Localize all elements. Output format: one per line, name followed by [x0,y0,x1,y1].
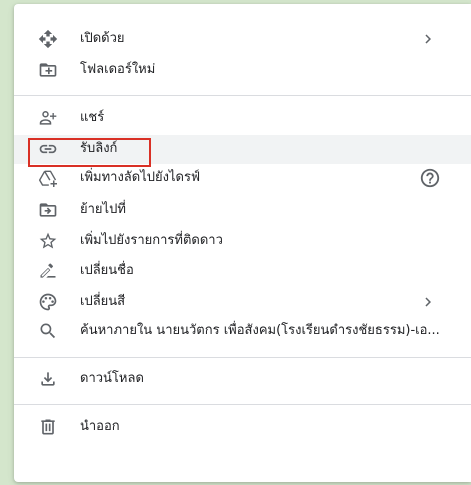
star-outline-icon [38,231,58,251]
context-menu: เปิดด้วย โฟลเดอร์ใหม่ แชร์ รับลิงก์ เพิ่… [14,4,471,482]
search-icon [38,321,58,341]
menu-item-label: ย้ายไปที่ [80,202,126,217]
menu-item-move-to[interactable]: ย้ายไปที่ [14,196,471,225]
menu-item-share[interactable]: แชร์ [14,104,471,133]
menu-item-label: โฟลเดอร์ใหม่ [80,62,156,77]
menu-item-label: เพิ่มทางลัดไปยังไดรฟ์ [80,170,201,185]
menu-item-get-link[interactable]: รับลิงก์ [14,135,471,164]
link-icon [38,139,58,159]
menu-divider [14,357,471,358]
move-to-folder-icon [38,200,58,220]
menu-item-new-folder[interactable]: โฟลเดอร์ใหม่ [14,56,471,85]
menu-divider [14,95,471,96]
chevron-right-icon [419,30,437,48]
menu-item-remove[interactable]: นำออก [14,413,471,442]
menu-item-add-shortcut[interactable]: เพิ่มทางลัดไปยังไดรฟ์ [14,164,471,193]
add-to-drive-icon [38,168,58,188]
menu-item-label: เพิ่มไปยังรายการที่ติดดาว [80,233,223,248]
menu-item-label: เปลี่ยนชื่อ [80,263,134,278]
menu-item-search-within[interactable]: ค้นหาภายใน นายนวัตกร เพื่อสังคม(โรงเรียน… [14,317,471,346]
palette-icon [38,292,58,312]
edit-icon [38,261,58,281]
download-icon [38,369,58,389]
trash-icon [38,417,58,437]
help-circle-icon[interactable] [419,167,441,189]
menu-item-label: ดาวน์โหลด [80,371,144,386]
menu-item-label: ค้นหาภายใน นายนวัตกร เพื่อสังคม(โรงเรียน… [80,323,440,338]
menu-item-label: รับลิงก์ [80,141,118,156]
menu-item-label: นำออก [80,419,120,434]
new-folder-icon [38,60,58,80]
person-add-icon [38,108,58,128]
menu-item-label: เปลี่ยนสี [80,294,126,309]
menu-item-label: แชร์ [80,110,105,125]
menu-item-label: เปิดด้วย [80,31,125,46]
menu-item-rename[interactable]: เปลี่ยนชื่อ [14,257,471,286]
chevron-right-icon [419,293,437,311]
menu-divider [14,404,471,405]
menu-item-change-color[interactable]: เปลี่ยนสี [14,288,471,317]
menu-item-download[interactable]: ดาวน์โหลด [14,365,471,394]
open-with-icon [38,29,58,49]
menu-item-open-with[interactable]: เปิดด้วย [14,25,471,54]
menu-item-add-starred[interactable]: เพิ่มไปยังรายการที่ติดดาว [14,227,471,256]
